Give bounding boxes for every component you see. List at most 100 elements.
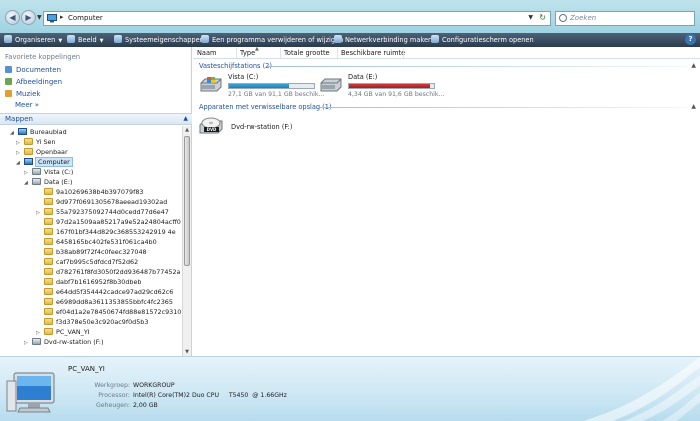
search-input[interactable]: Zoeken	[555, 11, 695, 26]
favorite-pictures[interactable]: Afbeeldingen	[5, 77, 62, 87]
tree-item[interactable]: caf7b995c5dfdcd7f52d62	[36, 258, 138, 267]
computer-monitor-icon	[6, 372, 55, 413]
favorite-documents[interactable]: Documenten	[5, 65, 61, 75]
tree-item[interactable]: d782761f8fd3050f2dd936487b77452a	[36, 268, 180, 277]
view-button[interactable]: Beeld ▼	[67, 35, 104, 45]
expand-toggle-icon[interactable]: ◢	[24, 179, 32, 188]
scroll-up-arrow[interactable]: ▲	[183, 126, 191, 134]
drive-usage-bar	[348, 83, 435, 89]
music-icon	[5, 90, 12, 97]
tree-item[interactable]: ▷ Openbaar	[16, 148, 68, 157]
scroll-down-arrow[interactable]: ▼	[183, 348, 191, 356]
tree-item[interactable]: ◢ Data (E:)	[24, 178, 72, 187]
search-placeholder: Zoeken	[570, 14, 597, 22]
tree-item[interactable]: ▷ 55a792375092744d0cedd77d6e47	[36, 208, 169, 217]
column-divider[interactable]	[403, 48, 404, 58]
expand-toggle-icon[interactable]: ◢	[10, 129, 18, 138]
scrollbar-thumb[interactable]	[184, 136, 190, 266]
tree-item[interactable]: 9d977f0691305678aeead19302ad	[36, 198, 167, 207]
system-properties-button[interactable]: Systeemeigenschappen	[114, 35, 204, 45]
uninstall-program-button[interactable]: Een programma verwijderen of wijzigen	[201, 35, 343, 45]
more-favorites-link[interactable]: Meer »	[15, 101, 39, 109]
folder-icon	[44, 248, 53, 255]
group-removable-heading[interactable]: Apparaten met verwisselbare opslag (1)	[199, 102, 332, 112]
folder-icon	[44, 298, 53, 305]
expand-toggle-icon[interactable]: ▷	[24, 339, 32, 348]
tree-item[interactable]: ▷ Vista (C:)	[24, 168, 73, 177]
tree-item-label: e6989dd8a3611353855bbfc4fc2365	[56, 298, 173, 306]
group-hard-disks-heading[interactable]: Vasteschijfstations (2)	[199, 61, 272, 71]
open-control-panel-button[interactable]: Configuratiescherm openen	[431, 35, 534, 45]
forward-button[interactable]: ▶	[21, 10, 36, 25]
tree-item-label: 97d2a1509aa85217a9e52a24804acff0	[56, 218, 181, 226]
column-divider[interactable]	[337, 48, 338, 58]
tree-item-label: Data (E:)	[44, 178, 73, 186]
tree-item-label: Computer	[35, 157, 73, 167]
expand-toggle-icon[interactable]: ▷	[36, 209, 44, 218]
help-icon[interactable]: ?	[685, 34, 696, 45]
expand-toggle-icon[interactable]: ▷	[16, 149, 24, 158]
organize-icon	[4, 35, 12, 43]
system-properties-icon	[114, 35, 122, 43]
breadcrumb-computer[interactable]: Computer	[68, 14, 103, 22]
drive-item-e[interactable]: Data (E:) 4,34 GB van 91,6 GB beschik...	[319, 73, 444, 99]
tree-item[interactable]: ef04d1a2e78450674fd88e81572c9310	[36, 308, 181, 317]
tree-item[interactable]: e64dd5f354442cadce97ad29cd62c6	[36, 288, 173, 297]
tree-scrollbar[interactable]: ▲ ▼	[182, 126, 191, 356]
folder-icon	[44, 268, 53, 275]
decorative-swoosh	[583, 357, 700, 421]
drive-name: Vista (C:)	[228, 73, 259, 81]
dvd-badge: DVD	[207, 127, 217, 132]
refresh-icon[interactable]: ↻	[539, 13, 546, 22]
tree-item[interactable]: 167f01bf344d829c368553242919 4e	[36, 228, 176, 237]
column-divider[interactable]	[236, 48, 237, 58]
map-network-drive-button[interactable]: Netwerkverbinding maken	[334, 35, 432, 45]
tree-item[interactable]: e6989dd8a3611353855bbfc4fc2365	[36, 298, 173, 307]
navigation-pane: Favoriete koppelingen Documenten Afbeeld…	[0, 47, 192, 356]
back-button[interactable]: ◀	[5, 10, 20, 25]
favorite-music[interactable]: Muziek	[5, 89, 40, 99]
group-collapse-icon[interactable]: ▲	[691, 62, 696, 69]
drive-usage-bar	[228, 83, 315, 89]
tree-item[interactable]: dabf7b1616952f8b30dbeb	[36, 278, 141, 287]
details-row-processor: Processor: Intel(R) Core(TM)2 Duo CPU T54…	[68, 391, 287, 400]
organize-button[interactable]: Organiseren ▼	[4, 35, 62, 45]
pictures-icon	[5, 78, 12, 85]
folder-icon	[24, 148, 33, 155]
tree-item[interactable]: b38ab89f72f4c0feec327048	[36, 248, 147, 257]
details-label: Processor:	[98, 392, 130, 399]
tree-item[interactable]: 97d2a1509aa85217a9e52a24804acff0	[36, 218, 181, 227]
column-divider[interactable]	[280, 48, 281, 58]
tree-item[interactable]: ▷ Yi Sen	[16, 138, 56, 147]
expand-toggle-icon[interactable]: ◢	[16, 159, 24, 168]
computer-icon	[47, 14, 57, 23]
recent-pages-dropdown[interactable]: ▼	[37, 14, 42, 21]
drive-free-space: 27,1 GB van 91,1 GB beschik...	[228, 91, 325, 98]
column-free-space[interactable]: Beschikbare ruimte	[341, 49, 405, 58]
details-computer-name: PC_VAN_YI	[68, 365, 105, 373]
expand-toggle-icon[interactable]: ▷	[36, 329, 44, 338]
tree-item[interactable]: ◢ Computer	[16, 157, 73, 168]
folder-icon	[44, 308, 53, 315]
organize-label: Organiseren	[15, 36, 56, 44]
breadcrumb-separator[interactable]: ▸	[60, 13, 64, 21]
tree-item[interactable]: ▷ PC_VAN_YI	[36, 328, 90, 337]
tree-item[interactable]: ▷ Dvd-rw-station (F:)	[24, 338, 104, 347]
column-name[interactable]: Naam	[197, 49, 216, 58]
folders-bar[interactable]: Mappen ▲	[0, 113, 192, 125]
expand-toggle-icon[interactable]: ▷	[24, 169, 32, 178]
group-collapse-icon[interactable]: ▲	[691, 103, 696, 110]
drive-item-c[interactable]: Vista (C:) 27,1 GB van 91,1 GB beschik..…	[199, 73, 324, 99]
folder-icon	[44, 208, 53, 215]
tree-item[interactable]: ◢ Bureaublad	[10, 128, 67, 137]
address-dropdown-arrow[interactable]: ▼	[528, 14, 533, 21]
tree-item[interactable]: 6458165bc402fe531f061ca4b0	[36, 238, 157, 247]
tree-item[interactable]: f3d378e50e3c920ac9f0d5b3	[36, 318, 148, 327]
drive-item-f[interactable]: DVD Dvd-rw-station (F:)	[198, 116, 318, 138]
drive-name: Data (E:)	[348, 73, 378, 81]
tree-item[interactable]: 9a10269638b4b397079f83	[36, 188, 143, 197]
address-box[interactable]: ▸ Computer ▼ ↻	[43, 11, 551, 26]
expand-toggle-icon[interactable]: ▷	[16, 139, 24, 148]
column-type[interactable]: Type	[240, 49, 255, 58]
column-total-size[interactable]: Totale grootte	[284, 49, 330, 58]
